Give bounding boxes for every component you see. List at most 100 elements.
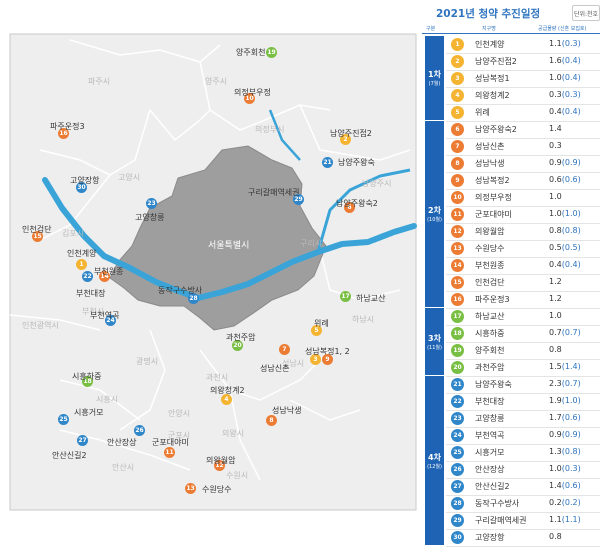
supply-value: 0.4(0.4) <box>549 107 581 116</box>
site-marker-25[interactable]: 25 <box>58 414 69 425</box>
district-name: 성남복정2 <box>475 176 510 185</box>
district-number-badge: 16 <box>451 293 464 306</box>
supply-value: 0.4(0.4) <box>549 260 581 269</box>
newlywed-supply: (0.4) <box>561 107 581 116</box>
site-label: 부천역곡 <box>90 311 120 320</box>
supply-value: 0.3(0.3) <box>549 90 581 99</box>
newlywed-supply: (0.8) <box>561 226 581 235</box>
group-name: 3차 <box>428 333 441 343</box>
table-row: 15 인천검단 1.2 <box>446 274 600 292</box>
region-label-paju: 파주시 <box>88 77 111 86</box>
header-group: 구분 <box>426 26 436 32</box>
district-number-badge: 18 <box>451 327 464 340</box>
group-2: 2차 (10월) <box>425 121 444 307</box>
district-name: 구리갈매역세권 <box>475 516 527 525</box>
district-name: 군포대야미 <box>475 210 512 219</box>
site-label: 성남신촌 <box>260 364 290 373</box>
site-label: 부천대장 <box>76 289 106 298</box>
panel-title: 2021년 청약 추진일정 <box>436 8 541 20</box>
site-marker-22[interactable]: 22 <box>82 271 93 282</box>
table-row: 17 하남교산 1.0 <box>446 308 600 326</box>
supply-total: 0.6 <box>549 175 562 184</box>
supply-total: 1.1 <box>549 39 562 48</box>
newlywed-supply: (0.7) <box>561 328 581 337</box>
supply-value: 1.0 <box>549 192 562 201</box>
supply-total: 1.5 <box>549 362 562 371</box>
supply-total: 1.0 <box>549 311 562 320</box>
supply-total: 0.2 <box>549 498 562 507</box>
supply-total: 0.7 <box>549 328 562 337</box>
site-marker-13[interactable]: 13 <box>185 483 196 494</box>
site-marker-9[interactable]: 9 <box>322 354 333 365</box>
table-row: 13 수원당수 0.5(0.5) <box>446 240 600 258</box>
table-row: 10 의정부우정 1.0 <box>446 189 600 207</box>
site-label: 의왕월암 <box>206 456 236 465</box>
district-number-badge: 1 <box>451 38 464 51</box>
supply-total: 0.5 <box>549 243 562 252</box>
site-marker-7[interactable]: 7 <box>279 344 290 355</box>
newlywed-supply: (0.5) <box>561 243 581 252</box>
district-name: 남양주왕숙2 <box>475 125 517 134</box>
district-number-badge: 23 <box>451 412 464 425</box>
district-name: 안산신길2 <box>475 482 510 491</box>
site-marker-8[interactable]: 8 <box>266 415 277 426</box>
region-label-guri: 구리시 <box>300 239 323 248</box>
district-number-badge: 9 <box>451 174 464 187</box>
district-name: 고양창릉 <box>475 414 505 423</box>
newlywed-supply: (0.9) <box>561 158 581 167</box>
supply-value: 2.3(0.7) <box>549 379 581 388</box>
unit-button[interactable]: 단위:천호 <box>572 5 600 21</box>
site-label: 고양창릉 <box>135 213 165 222</box>
supply-value: 1.0(0.4) <box>549 73 581 82</box>
region-label-namyangju: 남양주시 <box>362 179 392 188</box>
table-row: 16 파주운정3 1.2 <box>446 291 600 309</box>
district-number-badge: 19 <box>451 344 464 357</box>
table-row: 2 남양주진접2 1.6(0.4) <box>446 53 600 71</box>
newlywed-supply: (0.9) <box>561 430 581 439</box>
group-month: (11월) <box>427 344 442 351</box>
newlywed-supply: (0.8) <box>561 447 581 456</box>
site-marker-11[interactable]: 11 <box>164 447 175 458</box>
table-row: 27 안산신길2 1.4(0.6) <box>446 478 600 496</box>
site-label: 부천원종 <box>94 267 124 276</box>
district-number-badge: 17 <box>451 310 464 323</box>
supply-total: 1.1 <box>549 515 562 524</box>
supply-value: 0.8 <box>549 532 562 541</box>
newlywed-supply: (1.0) <box>561 396 581 405</box>
site-marker-1[interactable]: 1 <box>76 259 87 270</box>
region-label-incheon: 인천광역시 <box>22 321 59 330</box>
supply-total: 1.2 <box>549 277 562 286</box>
header-divider <box>422 33 600 34</box>
supply-total: 1.2 <box>549 294 562 303</box>
site-marker-19[interactable]: 19 <box>266 47 277 58</box>
group-name: 4차 <box>428 452 441 462</box>
district-name: 인천계양 <box>475 40 505 49</box>
site-marker-27[interactable]: 27 <box>77 435 88 446</box>
region-label-siheung: 시흥시 <box>96 395 119 404</box>
site-marker-23[interactable]: 23 <box>146 198 157 209</box>
site-marker-17[interactable]: 17 <box>340 291 351 302</box>
table-row: 28 동작구수방사 0.2(0.2) <box>446 495 600 513</box>
supply-total: 1.4 <box>549 124 562 133</box>
site-label: 위례 <box>314 319 329 328</box>
supply-value: 0.5(0.5) <box>549 243 581 252</box>
site-label: 과천주암 <box>226 333 256 342</box>
supply-value: 0.9(0.9) <box>549 430 581 439</box>
map-area: 파주시 양주시 의정부시 고양시 서울특별시 남양주시 구리시 김포시 부천시 인천광역시 하남시 광… <box>0 0 420 513</box>
district-name: 남양주왕숙 <box>475 380 512 389</box>
supply-value: 1.0 <box>549 311 562 320</box>
site-marker-21[interactable]: 21 <box>322 157 333 168</box>
supply-value: 1.1(1.1) <box>549 515 581 524</box>
table-row: 22 부천대장 1.9(1.0) <box>446 393 600 411</box>
district-number-badge: 2 <box>451 55 464 68</box>
region-label-gimpo: 김포시 <box>62 229 85 238</box>
schedule-panel: 2021년 청약 추진일정 단위:천호 구분 지구명 공급물량 (신혼 모집호)… <box>422 0 600 547</box>
supply-value: 1.2 <box>549 277 562 286</box>
district-number-badge: 3 <box>451 72 464 85</box>
supply-total: 0.4 <box>549 107 562 116</box>
site-marker-26[interactable]: 26 <box>134 425 145 436</box>
newlywed-supply: (1.0) <box>561 209 581 218</box>
site-label: 하남교산 <box>356 294 386 303</box>
supply-value: 1.1(0.3) <box>549 39 581 48</box>
table-row: 20 과천주암 1.5(1.4) <box>446 359 600 377</box>
